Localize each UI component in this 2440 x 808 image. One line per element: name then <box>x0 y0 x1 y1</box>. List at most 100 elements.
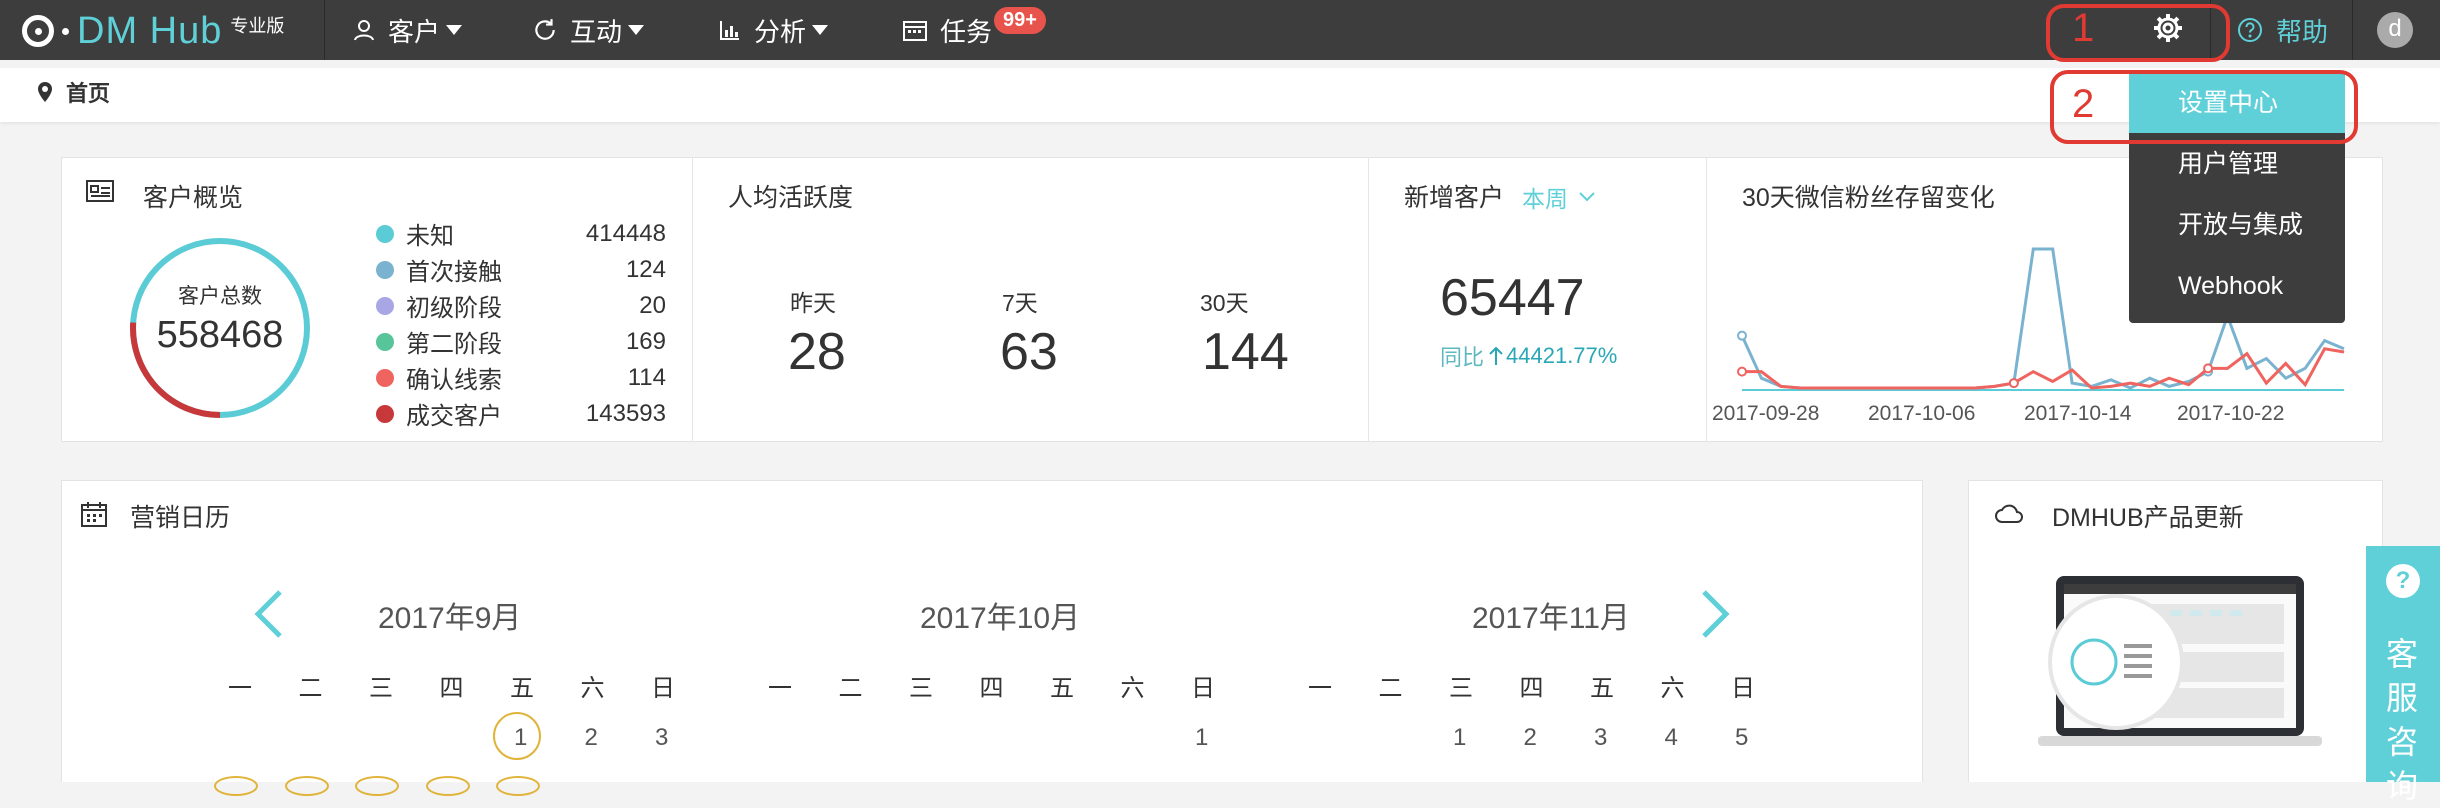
legend-label: 成交客户 <box>406 403 502 430</box>
calendar-day[interactable]: 5 <box>1735 724 1748 752</box>
location-pin-icon <box>38 82 52 102</box>
event-marker <box>355 776 399 796</box>
month-title-oct: 2017年10月 <box>920 602 1081 635</box>
weekday-label: 五 <box>1050 675 1074 702</box>
overview-title: 客户概览 <box>143 184 244 212</box>
legend-label: 首次接触 <box>406 259 502 286</box>
weekday-label: 三 <box>909 675 933 702</box>
stat-30d-value: 144 <box>1202 323 1289 381</box>
series-line-1 <box>1742 347 2345 390</box>
calendar-next-arrow-icon[interactable] <box>1698 588 1734 640</box>
year-over-year: 同比 44421.77% <box>1440 340 1617 372</box>
yoy-label: 同比 <box>1440 345 1485 370</box>
legend-value: 20 <box>639 291 666 319</box>
nav-customer[interactable]: 客户 <box>352 0 463 60</box>
x-tick-label: 2017-10-22 <box>2177 402 2285 425</box>
legend-dot <box>376 296 394 315</box>
question-circle-icon <box>2238 18 2262 42</box>
calendar-day[interactable]: 1 <box>1453 724 1466 752</box>
nav-interaction-label: 互动 <box>570 16 623 47</box>
weekday-label: 四 <box>979 675 1004 702</box>
nav-analysis[interactable]: 分析 <box>718 0 829 60</box>
calendar-day[interactable]: 3 <box>655 724 668 752</box>
calendar-icon <box>81 502 107 527</box>
calendar-day[interactable]: 1 <box>1195 724 1208 752</box>
period-dropdown[interactable]: 本周 <box>1522 180 1596 214</box>
series-point <box>1737 330 1747 341</box>
calendar-title: 营销日历 <box>130 504 231 532</box>
weekday-label: 六 <box>1660 675 1685 702</box>
chevron-down-icon <box>628 25 645 35</box>
weekday-label: 六 <box>580 675 605 702</box>
legend-label: 未知 <box>406 223 454 250</box>
legend-dot <box>376 368 394 387</box>
user-icon <box>354 20 374 41</box>
weekday-label: 四 <box>1519 675 1544 702</box>
event-marker <box>496 776 540 796</box>
weekday-label: 五 <box>510 675 534 702</box>
weekday-label: 二 <box>298 675 323 702</box>
legend-value: 114 <box>627 363 666 391</box>
cloud-icon <box>1995 504 2023 523</box>
weekday-label: 日 <box>651 675 675 702</box>
annotation-number-1: 1 <box>2072 6 2095 50</box>
nav-tasks[interactable]: 任务 99+ <box>902 0 1046 60</box>
weekday-label: 一 <box>768 675 792 702</box>
event-marker <box>214 776 258 796</box>
series-point <box>2203 363 2214 374</box>
weekday-label: 一 <box>228 675 252 702</box>
stat-7d-value: 63 <box>1000 323 1058 381</box>
calendar-icon <box>903 21 927 41</box>
weekday-label: 三 <box>1449 675 1473 702</box>
help-label: 帮助 <box>2276 16 2329 47</box>
legend-item: 初级阶段 20 <box>376 288 666 323</box>
breadcrumb: 首页 <box>36 76 110 108</box>
customer-service-tab[interactable]: ? 客服咨询 <box>2366 546 2440 804</box>
event-marker <box>425 776 470 796</box>
bar-chart-icon <box>720 21 739 40</box>
refresh-icon <box>535 19 555 40</box>
chevron-down-icon <box>446 25 463 35</box>
new-customers-value: 65447 <box>1440 269 1585 327</box>
calendar-day[interactable]: 2 <box>1524 724 1537 752</box>
x-tick-label: 2017-10-14 <box>2024 402 2132 425</box>
breadcrumb-home[interactable]: 首页 <box>66 76 110 108</box>
legend-dot <box>376 404 394 423</box>
nav-analysis-label: 分析 <box>754 16 807 47</box>
legend-item: 首次接触 124 <box>376 252 666 287</box>
weekday-label: 日 <box>1731 675 1755 702</box>
menu-item-webhook[interactable]: Webhook <box>2129 256 2345 316</box>
arrow-up-icon <box>1489 346 1503 365</box>
legend-label: 第二阶段 <box>406 331 502 358</box>
logo-icon <box>22 15 54 47</box>
calendar-day[interactable]: 3 <box>1594 724 1607 752</box>
calendar-day[interactable]: 2 <box>585 724 598 752</box>
legend-item: 确认线索 114 <box>376 360 666 395</box>
calendar-day[interactable]: 4 <box>1665 724 1678 752</box>
annotation-box-2 <box>2050 70 2358 144</box>
series-point <box>1737 366 1747 377</box>
nav-interaction[interactable]: 互动 <box>532 0 645 60</box>
weekday-label: 六 <box>1120 675 1145 702</box>
avatar[interactable]: d <box>2377 12 2413 48</box>
yoy-value: 44421.77% <box>1506 343 1618 368</box>
x-tick-label: 2017-10-06 <box>1868 402 1976 425</box>
stat-yesterday-value: 28 <box>788 323 846 381</box>
menu-item-open-integration[interactable]: 开放与集成 <box>2129 195 2345 255</box>
tasks-count-badge: 99+ <box>994 6 1046 34</box>
x-tick-label: 2017-09-28 <box>1712 402 1820 425</box>
weekday-label: 二 <box>1378 675 1403 702</box>
chevron-down-icon <box>1579 192 1595 202</box>
calendar-day[interactable]: 1 <box>514 724 527 752</box>
legend-item: 未知 414448 <box>376 216 666 251</box>
help-button[interactable]: 帮助 <box>2236 0 2328 60</box>
stat-7d-label: 7天 <box>1002 290 1038 316</box>
logo[interactable]: DM Hub 专业版 <box>22 6 284 56</box>
chevron-down-icon <box>812 25 829 35</box>
new-customers-title: 新增客户 <box>1404 184 1505 212</box>
calendar-prev-arrow-icon[interactable] <box>250 588 286 640</box>
legend-value: 124 <box>625 255 666 283</box>
nav-customer-label: 客户 <box>388 16 441 47</box>
period-label: 本周 <box>1522 186 1568 212</box>
month-title-sep: 2017年9月 <box>378 602 522 635</box>
